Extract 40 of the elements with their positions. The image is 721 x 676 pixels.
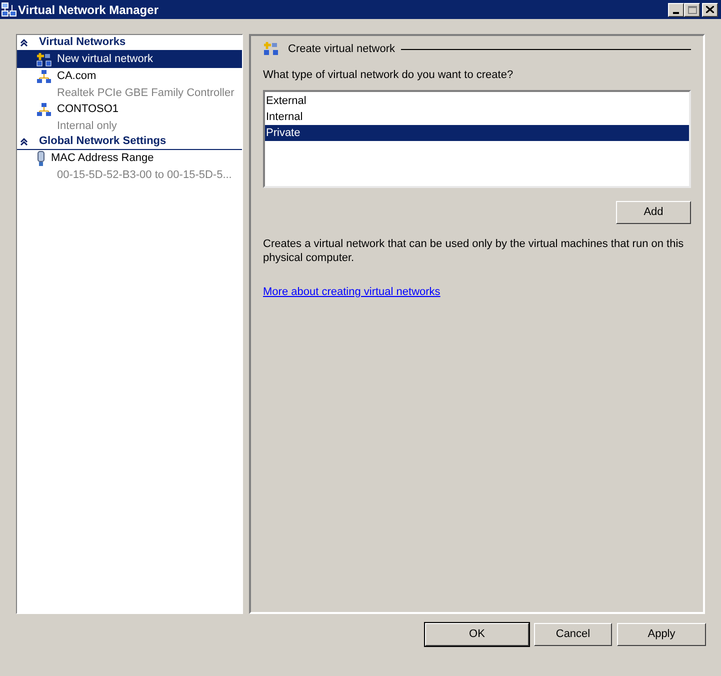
network-add-icon bbox=[263, 41, 279, 57]
window-title: Virtual Network Manager bbox=[18, 2, 158, 18]
dialog-button[interactable]: OK bbox=[425, 623, 529, 646]
sidebar-item[interactable]: CONTOSO1 Internal only bbox=[17, 101, 242, 134]
network-icon bbox=[36, 68, 52, 84]
dialog-button[interactable]: Cancel bbox=[534, 623, 612, 646]
section-header: Virtual Networks bbox=[39, 35, 126, 50]
maximize-button[interactable] bbox=[684, 2, 700, 16]
sidebar-item[interactable]: New virtual network bbox=[17, 51, 242, 68]
item-detail: 00-15-5D-52-B3-00 to 00-15-5D-5... bbox=[56, 168, 233, 183]
item-name: CONTOSO1 bbox=[57, 102, 119, 118]
item-name: CA.com bbox=[57, 69, 96, 84]
item-name: New virtual network bbox=[57, 52, 153, 68]
close-icon bbox=[706, 6, 714, 13]
item-detail: Realtek PCIe GBE Family Controller bbox=[56, 86, 236, 101]
network-type-list[interactable]: External Internal Private bbox=[263, 90, 691, 188]
network-icon bbox=[1, 2, 17, 18]
description-text: Creates a virtual network that can be used only by the virtual machines that run on this physical computer. bbox=[263, 236, 685, 264]
item-detail: Internal only bbox=[56, 119, 118, 134]
section-title: Create virtual network bbox=[288, 42, 395, 57]
help-link[interactable]: More about creating virtual networks bbox=[263, 286, 440, 298]
sidebar-item[interactable]: MAC Address Range 00-15-5D-52-B3-00 to 00-15-5D-5... bbox=[17, 150, 242, 183]
minimize-icon bbox=[673, 12, 679, 14]
network-adapter-icon bbox=[36, 150, 46, 166]
collapse-icon[interactable] bbox=[20, 38, 28, 47]
question-label: What type of virtual network do you want to create? bbox=[263, 68, 514, 83]
add-button[interactable]: Add bbox=[616, 200, 691, 224]
network-icon bbox=[36, 102, 52, 118]
close-button[interactable] bbox=[702, 2, 718, 16]
minimize-button[interactable] bbox=[668, 2, 684, 16]
dialog-button[interactable]: Apply bbox=[617, 623, 706, 646]
list-item[interactable]: External bbox=[265, 92, 689, 108]
network-add-icon bbox=[36, 52, 52, 68]
item-name: MAC Address Range bbox=[51, 151, 154, 166]
list-item[interactable]: Private bbox=[265, 124, 689, 140]
section-header: Global Network Settings bbox=[39, 134, 166, 150]
maximize-icon bbox=[688, 6, 696, 14]
list-item[interactable]: Internal bbox=[265, 108, 689, 124]
sidebar-item[interactable]: CA.com Realtek PCIe GBE Family Controller bbox=[17, 68, 242, 101]
collapse-icon[interactable] bbox=[20, 137, 28, 146]
